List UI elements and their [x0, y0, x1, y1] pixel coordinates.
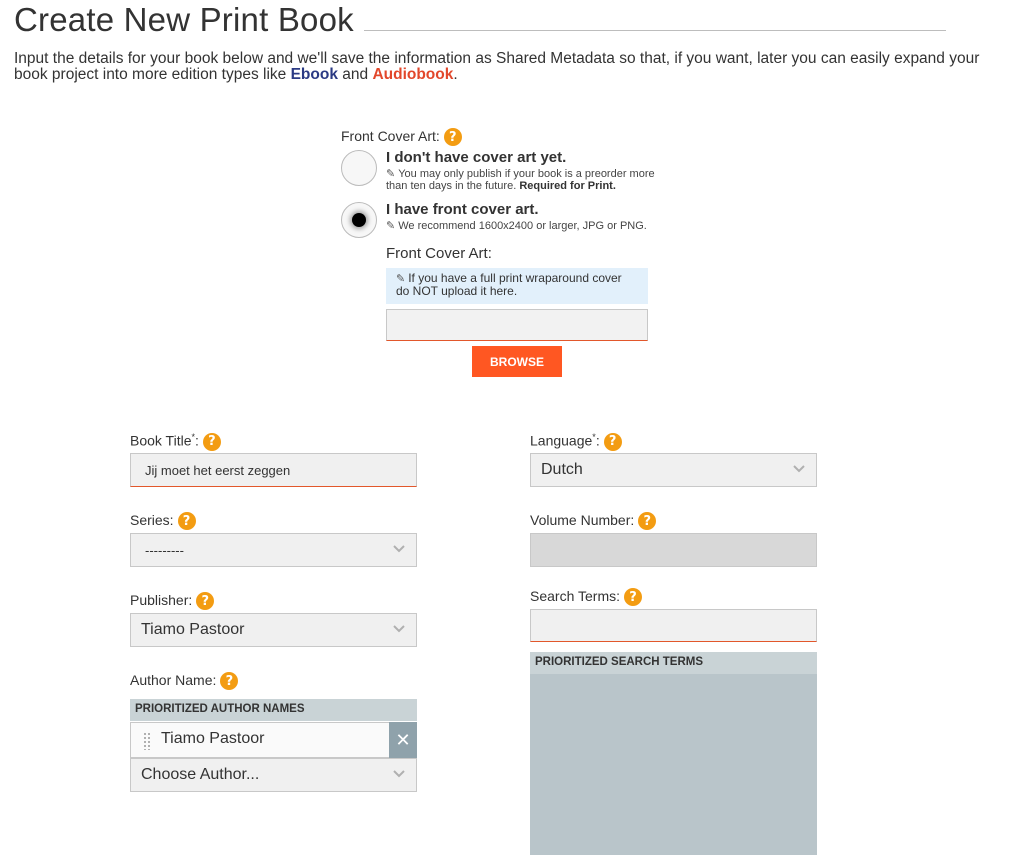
help-icon[interactable]: ?: [196, 592, 215, 611]
volume-number-label-text: Volume Number:: [530, 512, 635, 528]
required-for-print-text: Required for Print.: [519, 180, 616, 192]
chevron-down-icon: [393, 545, 405, 553]
browse-button[interactable]: BROWSE: [472, 346, 562, 377]
series-select[interactable]: ---------: [130, 533, 417, 567]
help-icon[interactable]: ?: [624, 588, 642, 607]
search-terms-label: Search Terms:?: [530, 588, 642, 607]
no-cover-art-title[interactable]: I don't have cover art yet.: [386, 149, 566, 166]
book-title-label-text: Book Title: [130, 432, 192, 449]
intro-text: Input the details for your book below an…: [14, 51, 1014, 83]
series-value: ---------: [145, 542, 184, 558]
no-cover-art-radio[interactable]: [341, 150, 377, 186]
book-title-input[interactable]: Jij moet het eerst zeggen: [130, 453, 417, 487]
publisher-label-text: Publisher:: [130, 592, 193, 608]
publisher-select[interactable]: Tiamo Pastoor: [130, 613, 417, 647]
search-terms-list[interactable]: [530, 674, 817, 855]
drag-handle-icon[interactable]: [143, 732, 151, 750]
intro-and: and: [337, 66, 373, 83]
volume-number-input[interactable]: [530, 533, 817, 567]
help-icon[interactable]: ?: [220, 672, 239, 691]
no-cover-art-note: ✎ You may only publish if your book is a …: [386, 167, 676, 193]
author-list-header: PRIORITIZED AUTHOR NAMES: [130, 699, 417, 721]
chevron-down-icon: [793, 465, 805, 473]
page-title: Create New Print Book: [14, 1, 354, 38]
volume-number-label: Volume Number:?: [530, 512, 657, 531]
publisher-value: Tiamo Pastoor: [141, 621, 245, 638]
have-cover-art-note-text: We recommend 1600x2400 or larger, JPG or…: [398, 220, 647, 232]
chevron-down-icon: [393, 770, 405, 778]
have-cover-art-radio[interactable]: [341, 202, 377, 238]
search-terms-input[interactable]: [530, 609, 817, 642]
search-terms-list-header: PRIORITIZED SEARCH TERMS: [530, 652, 817, 674]
publisher-label: Publisher:?: [130, 592, 215, 611]
title-divider: [364, 30, 946, 31]
edit-icon: ✎: [386, 219, 396, 232]
cover-art-label: Front Cover Art:?: [341, 128, 462, 147]
author-list-item[interactable]: Tiamo Pastoor ✕: [130, 722, 417, 758]
book-title-label: Book Title*:?: [130, 432, 221, 451]
help-icon[interactable]: ?: [443, 128, 462, 147]
language-value: Dutch: [541, 461, 583, 478]
language-label: Language*:?: [530, 432, 622, 451]
remove-author-button[interactable]: ✕: [389, 722, 417, 758]
series-label-text: Series:: [130, 512, 174, 528]
have-cover-art-note: ✎ We recommend 1600x2400 or larger, JPG o…: [386, 219, 686, 233]
label-colon: :: [595, 432, 600, 449]
cover-art-label-text: Front Cover Art:: [341, 128, 440, 144]
author-name: Tiamo Pastoor: [161, 730, 265, 747]
cover-upload-info-text: If you have a full print wraparound cove…: [396, 271, 622, 298]
cover-file-input[interactable]: [386, 309, 648, 341]
intro-body: Input the details for your book below an…: [14, 50, 980, 83]
edit-icon: ✎: [386, 167, 396, 180]
have-cover-art-title[interactable]: I have front cover art.: [386, 201, 539, 218]
author-name-label-text: Author Name:: [130, 672, 217, 688]
language-label-text: Language: [530, 432, 593, 449]
chevron-down-icon: [393, 625, 405, 633]
label-colon: :: [195, 432, 199, 449]
help-icon[interactable]: ?: [603, 432, 622, 451]
series-label: Series:?: [130, 512, 196, 531]
language-select[interactable]: Dutch: [530, 453, 817, 487]
cover-upload-label: Front Cover Art:: [386, 245, 492, 262]
audiobook-link[interactable]: Audiobook: [372, 66, 453, 83]
intro-end: .: [453, 66, 458, 83]
cover-upload-info: ✎ If you have a full print wraparound cov…: [386, 268, 648, 304]
author-name-label: Author Name:?: [130, 672, 239, 691]
search-terms-label-text: Search Terms:: [530, 588, 620, 604]
ebook-link[interactable]: Ebook: [291, 66, 338, 83]
help-icon[interactable]: ?: [202, 432, 221, 451]
help-icon[interactable]: ?: [177, 512, 196, 531]
help-icon[interactable]: ?: [638, 512, 657, 531]
choose-author-select[interactable]: Choose Author...: [130, 758, 417, 792]
choose-author-placeholder: Choose Author...: [141, 766, 260, 783]
